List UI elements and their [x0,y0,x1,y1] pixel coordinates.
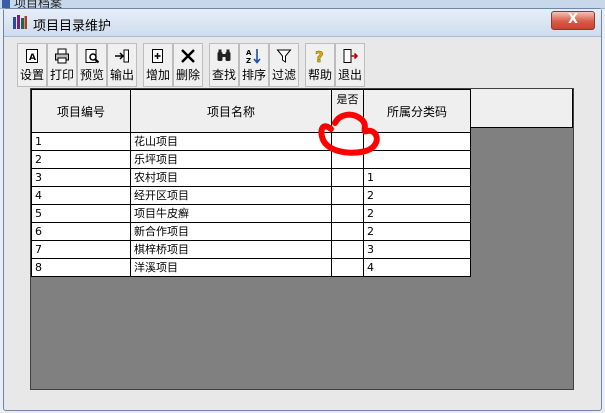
cell-flag[interactable] [331,150,364,169]
toolbar-button-label: 帮助 [307,68,332,82]
cell-id[interactable]: 2 [31,150,131,169]
toolbar-button-add[interactable]: 增加 [143,43,173,87]
dialog-title: 项目目录维护 [33,19,112,34]
svg-text:A: A [29,53,36,63]
printer-icon [53,47,71,65]
cell-name[interactable]: 农村项目 [130,168,332,187]
toolbar-button-label: 退出 [337,68,362,82]
cell-category[interactable]: 2 [363,186,471,205]
toolbar-button-binoculars[interactable]: 查找 [209,43,239,87]
cell-category[interactable] [363,132,471,151]
toolbar-button-exit[interactable]: 退出 [335,43,365,87]
column-header-name[interactable]: 项目名称 [130,89,332,133]
cell-name[interactable]: 经开区项目 [130,186,332,205]
delete-icon [179,47,197,65]
toolbar-button-label: 增加 [145,68,170,82]
cell-flag[interactable] [331,222,364,241]
project-grid[interactable]: 项目编号 项目名称 是否 所属分类码 1 花山项目 2 乐坪项目 3 农村项目 1 4 经开区项… [30,88,574,390]
toolbar-button-label: 输出 [109,68,134,82]
cell-name[interactable]: 乐坪项目 [130,150,332,169]
cell-flag[interactable] [331,132,364,151]
toolbar-group-4: ? 帮助 退出 [305,43,365,89]
toolbar-button-help[interactable]: ? 帮助 [305,43,335,87]
table-row[interactable]: 4 经开区项目 2 [31,186,471,205]
toolbar-button-label: 过滤 [271,68,296,82]
app-icon [2,0,10,8]
table-row[interactable]: 5 项目牛皮癣 2 [31,204,471,223]
toolbar-button-delete[interactable]: 删除 [173,43,203,87]
books-icon [13,15,27,29]
project-table: 项目编号 项目名称 是否 所属分类码 1 花山项目 2 乐坪项目 3 农村项目 1 4 经开区项… [31,89,471,277]
table-row[interactable]: 1 花山项目 [31,132,471,151]
toolbar-button-label: 排序 [241,68,266,82]
dialog-titlebar[interactable]: 项目目录维护 X [4,9,601,37]
column-header-category[interactable]: 所属分类码 [363,89,471,133]
toolbar-group-3: 查找 A Z 排序 过滤 [209,43,299,89]
table-row[interactable]: 6 新合作项目 2 [31,222,471,241]
table-row[interactable]: 3 农村项目 1 [31,168,471,187]
cell-category[interactable] [363,150,471,169]
toolbar-group-2: 增加 删除 [143,43,203,89]
toolbar: A 设置 打印 预览 输出 增加 删除 查找 A Z 排序 过滤? 帮助 退出 [17,43,371,89]
cell-id[interactable]: 1 [31,132,131,151]
cell-flag[interactable] [331,240,364,259]
toolbar-button-settings-page[interactable]: A 设置 [17,43,47,87]
toolbar-button-preview[interactable]: 预览 [77,43,107,87]
export-icon [113,47,131,65]
cell-id[interactable]: 7 [31,240,131,259]
svg-text:A: A [246,49,252,57]
sort-icon: AZ [245,47,263,65]
cell-flag[interactable] [331,204,364,223]
toolbar-button-sort[interactable]: A Z 排序 [239,43,269,87]
toolbar-button-label: 查找 [211,68,236,82]
table-row[interactable]: 8 洋溪项目 4 [31,258,471,277]
cell-id[interactable]: 5 [31,204,131,223]
cell-category[interactable]: 2 [363,204,471,223]
grid-header-row: 项目编号 项目名称 是否 所属分类码 [31,89,471,133]
column-header-flag[interactable]: 是否 [331,89,364,133]
grid-header-filler [471,89,573,128]
cell-id[interactable]: 4 [31,186,131,205]
cell-name[interactable]: 新合作项目 [130,222,332,241]
cell-name[interactable]: 项目牛皮癣 [130,204,332,223]
settings-page-icon: A [23,47,41,65]
add-icon [149,47,167,65]
cell-category[interactable]: 3 [363,240,471,259]
preview-icon [83,47,101,65]
cell-flag[interactable] [331,186,364,205]
toolbar-button-printer[interactable]: 打印 [47,43,77,87]
exit-icon [341,47,359,65]
cell-name[interactable]: 棋梓桥项目 [130,240,332,259]
cell-id[interactable]: 8 [31,258,131,277]
toolbar-button-label: 预览 [79,68,104,82]
table-row[interactable]: 7 棋梓桥项目 3 [31,240,471,259]
cell-name[interactable]: 花山项目 [130,132,332,151]
svg-text:Z: Z [246,57,251,64]
cell-flag[interactable] [331,168,364,187]
table-row[interactable]: 2 乐坪项目 [31,150,471,169]
filter-icon [275,47,293,65]
help-icon: ? [311,47,329,65]
cell-category[interactable]: 4 [363,258,471,277]
svg-text:?: ? [315,48,324,64]
cell-category[interactable]: 1 [363,168,471,187]
toolbar-group-1: A 设置 打印 预览 输出 [17,43,137,89]
toolbar-button-label: 删除 [175,68,200,82]
close-button[interactable]: X [551,11,595,30]
cell-id[interactable]: 3 [31,168,131,187]
toolbar-button-export[interactable]: 输出 [107,43,137,87]
toolbar-button-label: 设置 [19,68,44,82]
cell-flag[interactable] [331,258,364,277]
toolbar-button-label: 打印 [49,68,74,82]
column-header-id[interactable]: 项目编号 [31,89,131,133]
toolbar-button-filter[interactable]: 过滤 [269,43,299,87]
cell-category[interactable]: 2 [363,222,471,241]
binoculars-icon [215,47,233,65]
cell-name[interactable]: 洋溪项目 [130,258,332,277]
cell-id[interactable]: 6 [31,222,131,241]
